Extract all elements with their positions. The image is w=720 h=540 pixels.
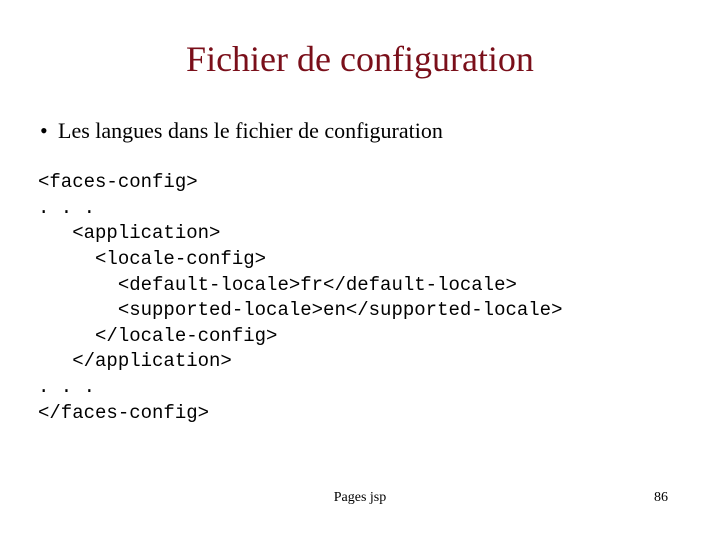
code-line: <default-locale>fr</default-locale> — [38, 274, 517, 296]
bullet-dot-icon: • — [40, 118, 58, 144]
page-number: 86 — [654, 490, 668, 506]
code-line: <application> — [38, 222, 220, 244]
code-block: <faces-config> . . . <application> <loca… — [38, 170, 563, 426]
footer-center: Pages jsp — [0, 490, 720, 506]
bullet-text: Les langues dans le fichier de configura… — [58, 118, 443, 143]
slide: Fichier de configuration •Les langues da… — [0, 0, 720, 540]
code-line: . . . — [38, 376, 95, 398]
code-line: <faces-config> — [38, 171, 198, 193]
code-line: <supported-locale>en</supported-locale> — [38, 299, 563, 321]
code-line: </locale-config> — [38, 325, 277, 347]
code-line: </application> — [38, 350, 232, 372]
code-line: </faces-config> — [38, 402, 209, 424]
code-line: <locale-config> — [38, 248, 266, 270]
code-line: . . . — [38, 197, 95, 219]
bullet-item: •Les langues dans le fichier de configur… — [40, 118, 443, 144]
slide-title: Fichier de configuration — [0, 38, 720, 80]
